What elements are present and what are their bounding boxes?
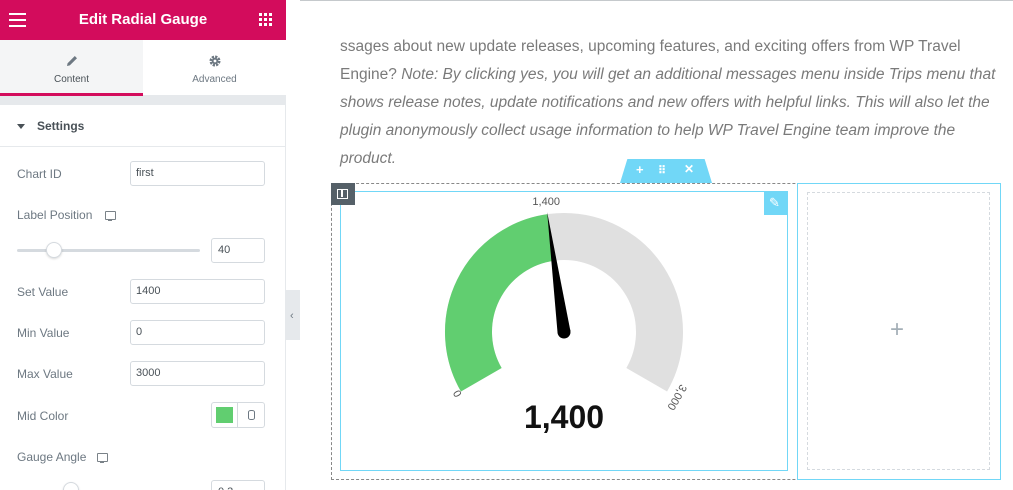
- gear-icon: [209, 55, 220, 67]
- max-value-label: Max Value: [17, 367, 73, 381]
- notice-text: ssages about new update releases, upcomi…: [340, 33, 1000, 173]
- delete-section-icon[interactable]: ✕: [684, 162, 694, 176]
- panel-tabs: Content Advanced: [0, 40, 286, 96]
- responsive-desktop-icon[interactable]: [97, 453, 108, 463]
- radial-gauge-chart: 1,400 0 3,000 1,400: [445, 196, 689, 435]
- settings-section-toggle[interactable]: Settings: [0, 105, 286, 147]
- edit-widget-button[interactable]: ✎: [764, 192, 787, 215]
- gauge-min-label: 0: [450, 388, 463, 399]
- database-icon: [248, 410, 255, 420]
- mid-color-picker[interactable]: [211, 402, 238, 428]
- chart-id-input[interactable]: first: [130, 161, 265, 186]
- gauge-angle-slider-handle[interactable]: [63, 482, 79, 490]
- chart-id-label: Chart ID: [17, 167, 62, 181]
- color-swatch: [216, 407, 233, 423]
- gauge-needle-hub: [557, 325, 571, 339]
- gauge-angle-label: Gauge Angle: [17, 450, 87, 464]
- pencil-icon: [66, 56, 77, 66]
- drag-section-icon[interactable]: ⠿: [658, 164, 666, 177]
- mid-color-label: Mid Color: [17, 409, 69, 423]
- max-value-input[interactable]: 3000: [130, 361, 265, 386]
- column-handle[interactable]: [331, 183, 355, 205]
- gauge-angle-input[interactable]: 0.3: [211, 480, 265, 490]
- gauge-value-label: 1,400: [524, 399, 604, 435]
- panel-title: Edit Radial Gauge: [78, 11, 208, 28]
- add-widget-plus-icon[interactable]: +: [890, 316, 904, 344]
- chevron-left-icon: ‹: [290, 310, 294, 322]
- tab-advanced-label: Advanced: [192, 74, 237, 85]
- label-position-slider[interactable]: [17, 249, 200, 252]
- editor-panel: Edit Radial Gauge Content Advanced Setti…: [0, 0, 286, 490]
- add-section-icon[interactable]: +: [636, 162, 644, 177]
- preview-top-border: [300, 0, 1013, 1]
- dynamic-tags-button[interactable]: [237, 402, 265, 428]
- pencil-icon: ✎: [769, 195, 780, 210]
- panel-collapse-button[interactable]: ‹: [286, 290, 300, 340]
- set-value-input[interactable]: 1400: [130, 279, 265, 304]
- tab-content[interactable]: Content: [0, 40, 143, 96]
- min-value-input[interactable]: 0: [130, 320, 265, 345]
- gauge-top-label: 1,400: [532, 196, 560, 208]
- section-title: Settings: [37, 119, 85, 133]
- widgets-grid-icon[interactable]: [259, 13, 272, 26]
- set-value-label: Set Value: [17, 285, 69, 299]
- tab-content-label: Content: [53, 74, 90, 85]
- gauge-fill: [445, 214, 555, 392]
- label-position-slider-handle[interactable]: [45, 242, 62, 258]
- responsive-desktop-icon[interactable]: [105, 211, 116, 221]
- min-value-label: Min Value: [17, 326, 70, 340]
- column-icon: [337, 189, 348, 199]
- label-position-input[interactable]: 40: [211, 238, 265, 263]
- notice-text-italic: Note: By clicking yes, you will get an a…: [340, 66, 996, 167]
- panel-divider: [0, 96, 286, 105]
- tab-advanced[interactable]: Advanced: [143, 40, 286, 96]
- panel-header: Edit Radial Gauge: [0, 0, 286, 40]
- label-position-label: Label Position: [17, 208, 93, 222]
- section-handle: + ⠿ ✕: [620, 159, 712, 183]
- caret-down-icon: [17, 124, 25, 129]
